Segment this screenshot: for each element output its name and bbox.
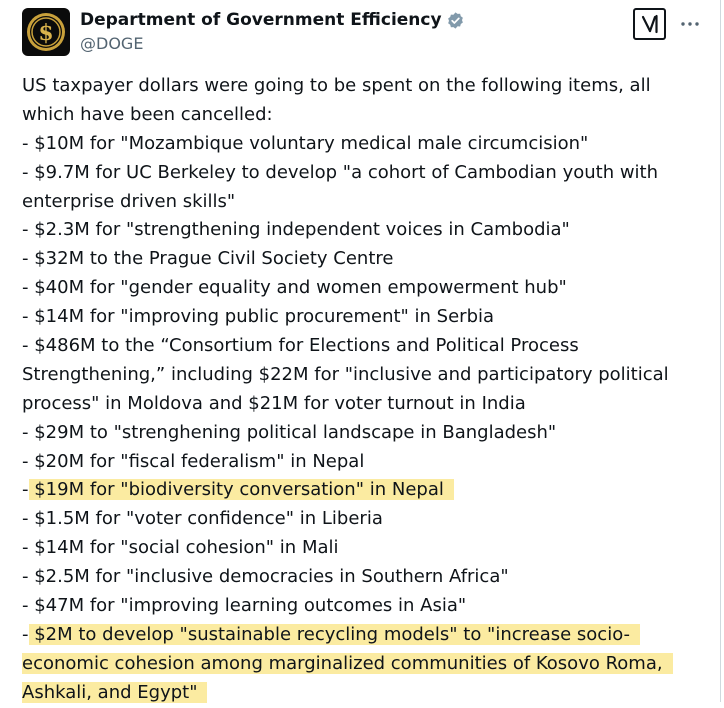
tweet-line: - $2.5M for "inclusive democracies in So…	[22, 566, 509, 588]
highlight: $2M to develop "sustainable recycling mo…	[28, 623, 641, 645]
tweet-line-highlighted: - $19M for "biodiversity conversation" i…	[22, 476, 716, 505]
author-display-name[interactable]: Department of Government Efficiency	[80, 9, 442, 31]
more-icon	[681, 22, 699, 26]
tweet-line: US taxpayer dollars were going to be spe…	[22, 75, 651, 96]
grok-button[interactable]	[633, 8, 666, 40]
tweet-line: - $47M for "improving learning outcomes …	[22, 595, 467, 617]
author-name-row[interactable]: Department of Government Efficiency	[80, 9, 465, 31]
tweet-line: - $1.5M for "voter confidence" in Liberi…	[22, 508, 383, 530]
timeline-border	[720, 0, 721, 702]
verified-badge-icon[interactable]	[446, 11, 465, 30]
tweet-text: US taxpayer dollars were going to be spe…	[22, 72, 716, 708]
tweet-line: process" in Moldova and $21M for voter t…	[22, 392, 526, 414]
tweet-line: - $14M for "improving public procurement…	[22, 306, 495, 328]
tweet-line: - $20M for "fiscal federalism" in Nepal	[22, 450, 365, 472]
tweet-line: which have been cancelled:	[22, 103, 273, 125]
author-handle[interactable]: @DOGE	[80, 34, 143, 54]
tweet-line-highlighted: Ashkali, and Egypt"	[22, 679, 716, 708]
tweet-line: - $10M for "Mozambique voluntary medical…	[22, 132, 589, 154]
tweet-line-highlighted: - $2M to develop "sustainable recycling …	[22, 621, 716, 650]
tweet-line-highlighted: economic cohesion among marginalized com…	[22, 650, 716, 679]
highlight: economic cohesion among marginalized com…	[22, 652, 673, 674]
grok-icon	[641, 14, 658, 34]
highlight: Ashkali, and Egypt"	[22, 681, 208, 703]
tweet-line: - $29M to "strenghening political landsc…	[22, 421, 557, 443]
tweet-line: - $40M for "gender equality and women em…	[22, 277, 567, 299]
tweet-line: - $2.3M for "strengthening independent v…	[22, 219, 570, 241]
avatar[interactable]: $	[22, 8, 70, 56]
highlight: $19M for "biodiversity conversation" in …	[28, 479, 454, 501]
tweet-line: enterprise driven skills"	[22, 190, 236, 212]
tweet-line: - $9.7M for UC Berkeley to develop "a co…	[22, 161, 659, 183]
tweet-line: - $486M to the “Consortium for Elections…	[22, 335, 579, 357]
tweet-line: - $32M to the Prague Civil Society Centr…	[22, 248, 394, 270]
more-options-button[interactable]	[680, 12, 700, 36]
avatar-symbol: $	[38, 20, 53, 46]
doge-logo-icon: $	[27, 13, 65, 51]
tweet-line: - $14M for "social cohesion" in Mali	[22, 537, 339, 559]
tweet-line: Strengthening,” including $22M for "incl…	[22, 363, 669, 385]
